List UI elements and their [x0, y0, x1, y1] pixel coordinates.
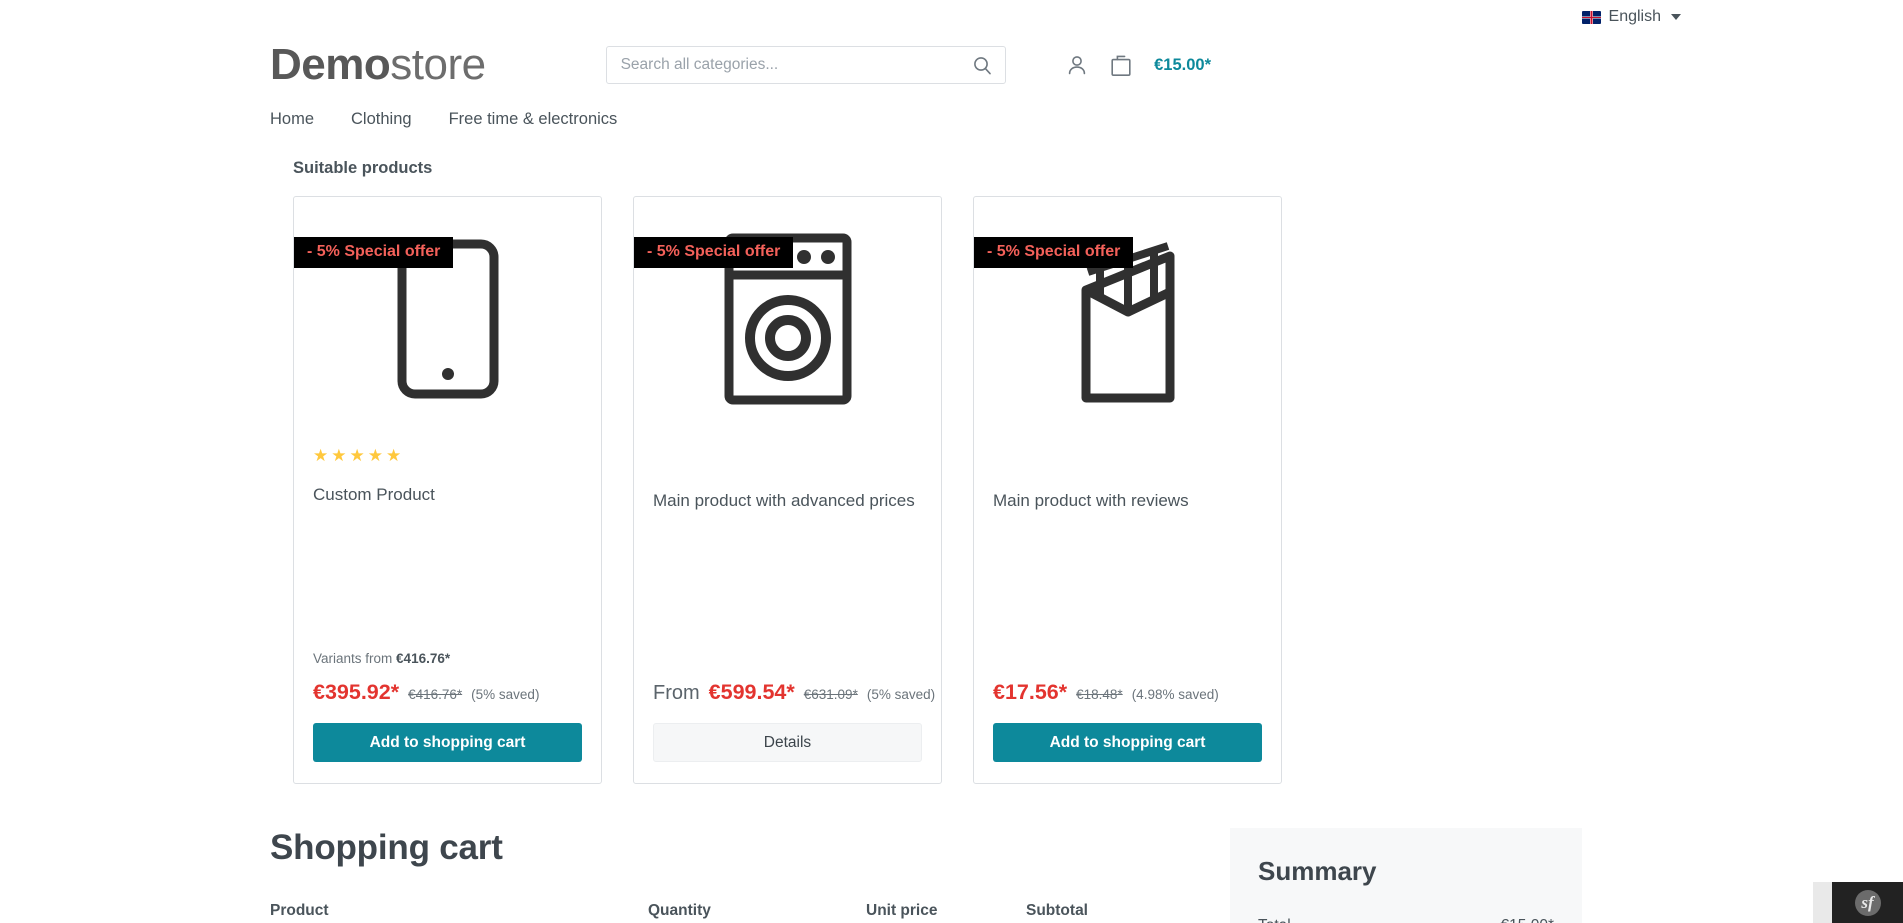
variants-price: €416.76* — [396, 651, 451, 666]
top-bar: English — [0, 0, 1903, 34]
cart-table-header: Product Quantity Unit price Subtotal — [270, 902, 1200, 920]
suitable-products-title: Suitable products — [293, 159, 433, 177]
site-logo[interactable]: Demostore — [270, 43, 486, 87]
details-button[interactable]: Details — [653, 723, 922, 762]
product-price-saved: (4.98% saved) — [1131, 687, 1219, 702]
rating-stars: ★ ★ ★ ★ ★ — [313, 447, 582, 464]
column-header-product: Product — [270, 902, 329, 919]
variants-label: Variants from — [313, 651, 393, 666]
product-price-saved: (5% saved) — [471, 687, 540, 702]
page-title: Shopping cart — [270, 828, 503, 867]
summary-total-row: Total €15.00* — [1258, 917, 1554, 923]
product-price: €599.54* — [708, 680, 795, 704]
language-switcher[interactable]: English — [1581, 8, 1876, 26]
summary-total-value: €15.00* — [1501, 917, 1554, 923]
star-icon: ★ — [386, 446, 402, 465]
column-header-subtotal: Subtotal — [1026, 902, 1088, 919]
product-name[interactable]: Main product with advanced prices — [653, 490, 922, 513]
storefront-page: English Demostore Search all categories.… — [0, 0, 1903, 923]
summary-title: Summary — [1258, 856, 1377, 886]
site-header: Demostore Search all categories... €15.0… — [0, 34, 1903, 96]
star-icon: ★ — [349, 446, 365, 465]
star-icon: ★ — [331, 446, 347, 465]
logo-light-part: store — [390, 40, 486, 89]
star-icon: ★ — [313, 446, 329, 465]
uk-flag-icon — [1581, 10, 1601, 24]
price-row: From €599.54* €631.09* (5% saved) — [653, 680, 935, 705]
discount-badge: - 5% Special offer — [974, 237, 1134, 268]
nav-item-free-time-electronics[interactable]: Free time & electronics — [449, 110, 618, 129]
product-name[interactable]: Main product with reviews — [993, 490, 1262, 513]
variants-info: Variants from €416.76* — [313, 651, 582, 666]
language-label: English — [1608, 8, 1661, 25]
cart-button[interactable] — [1110, 54, 1132, 77]
product-price-old: €631.09* — [803, 687, 858, 702]
cart-total-amount[interactable]: €15.00* — [1154, 56, 1211, 75]
shopping-cart-section: Shopping cart Product Quantity Unit pric… — [0, 784, 1903, 923]
symfony-profiler-icon[interactable]: sf — [1854, 889, 1881, 916]
star-icon: ★ — [367, 446, 383, 465]
nav-item-home[interactable]: Home — [270, 110, 314, 129]
main-navigation: Home Clothing Free time & electronics — [0, 96, 1903, 129]
summary-panel: Summary Total €15.00* — [1230, 828, 1582, 923]
add-to-cart-button[interactable]: Add to shopping cart — [993, 723, 1262, 762]
add-to-cart-button[interactable]: Add to shopping cart — [313, 723, 582, 762]
column-header-unit-price: Unit price — [866, 902, 938, 919]
search-input[interactable] — [605, 46, 1006, 84]
symfony-debug-toolbar[interactable]: sf — [1832, 882, 1903, 923]
discount-badge: - 5% Special offer — [634, 237, 794, 268]
debug-toolbar-tab[interactable] — [1813, 882, 1832, 923]
search-button[interactable] — [966, 46, 1000, 84]
cart-table: Shopping cart Product Quantity Unit pric… — [270, 828, 1200, 923]
price-row: €395.92* €416.76* (5% saved) — [313, 680, 582, 705]
product-price-saved: (5% saved) — [866, 687, 936, 702]
product-card[interactable]: - 5% Special offer Main product with rev… — [973, 196, 1282, 784]
search-icon — [974, 56, 991, 74]
product-price-old: €18.48* — [1076, 687, 1123, 702]
shopping-bag-icon — [1111, 55, 1131, 76]
nav-item-clothing[interactable]: Clothing — [351, 110, 412, 129]
user-icon — [1068, 56, 1086, 75]
chevron-down-icon — [1671, 14, 1681, 20]
product-card[interactable]: - 5% Special offer Main product with adv… — [633, 196, 942, 784]
logo-bold-part: Demo — [270, 40, 391, 89]
header-actions: €15.00* — [1066, 54, 1903, 77]
search-bar — [605, 46, 1006, 84]
suitable-products-list: - 5% Special offer ★ ★ ★ ★ ★ Custom Prod… — [0, 178, 1903, 784]
product-price: €17.56* — [993, 680, 1068, 704]
product-name[interactable]: Custom Product — [313, 484, 582, 507]
column-header-quantity: Quantity — [648, 902, 711, 919]
product-price-old: €416.76* — [408, 687, 463, 702]
account-button[interactable] — [1066, 54, 1088, 76]
product-card[interactable]: - 5% Special offer ★ ★ ★ ★ ★ Custom Prod… — [293, 196, 602, 784]
summary-total-label: Total — [1258, 917, 1291, 923]
product-price: €395.92* — [313, 680, 400, 704]
price-row: €17.56* €18.48* (4.98% saved) — [993, 680, 1262, 705]
discount-badge: - 5% Special offer — [294, 237, 454, 268]
price-prefix: From — [653, 682, 700, 704]
